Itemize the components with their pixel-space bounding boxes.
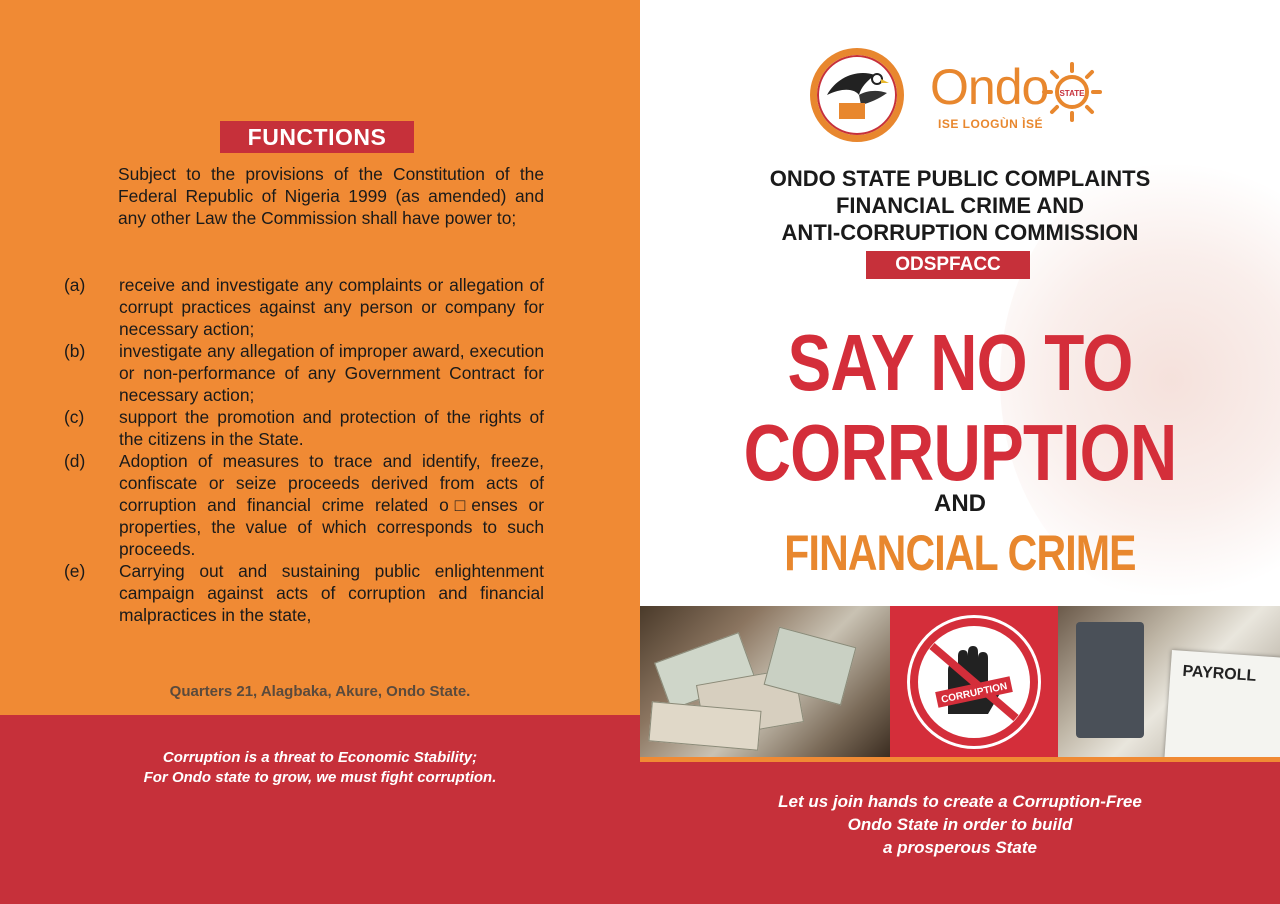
- commission-seal-logo: [810, 48, 904, 142]
- function-text: support the promotion and protection of …: [119, 407, 544, 449]
- left-panel: FUNCTIONS Subject to the provisions of t…: [0, 0, 640, 904]
- functions-heading: FUNCTIONS: [220, 121, 414, 153]
- right-panel: Ondo STATE ISE LOOGÙN ÌSÉ ONDO STATE PUB…: [640, 0, 1280, 904]
- commission-title: ONDO STATE PUBLIC COMPLAINTS FINANCIAL C…: [640, 165, 1280, 246]
- function-item-c: (c) support the promotion and protection…: [64, 406, 544, 450]
- function-letter: (b): [64, 341, 86, 361]
- acronym-badge: ODSPFACC: [866, 251, 1030, 279]
- photo-strip: CORRUPTION PAYROLL: [640, 606, 1280, 758]
- financial-crime-headline: FINANCIAL CRIME: [784, 525, 1136, 581]
- function-text: Adoption of measures to trace and identi…: [119, 451, 544, 559]
- right-quote-line: Let us join hands to create a Corruption…: [778, 792, 1142, 811]
- function-text: Carrying out and sustaining public enlig…: [119, 561, 544, 625]
- and-word: AND: [934, 490, 986, 517]
- left-quote-line: Corruption is a threat to Economic Stabi…: [162, 749, 478, 766]
- function-letter: (d): [64, 451, 86, 471]
- sun-icon: STATE: [1042, 62, 1102, 122]
- eagle-icon: [827, 73, 889, 119]
- functions-intro: Subject to the provisions of the Constit…: [118, 164, 544, 228]
- left-red-footer: [0, 715, 640, 904]
- money-photo: [640, 606, 890, 758]
- function-text: receive and investigate any complaints o…: [119, 275, 544, 339]
- ondo-motto: ISE LOOGÙN ÌSÉ: [938, 117, 1044, 131]
- payroll-sheet: PAYROLL: [1164, 649, 1280, 758]
- ondo-state-label: STATE: [1059, 89, 1085, 98]
- title-line: FINANCIAL CRIME AND: [835, 193, 1085, 218]
- right-quote-line: Ondo State in order to build: [847, 815, 1073, 834]
- payroll-photo: PAYROLL: [1058, 606, 1280, 758]
- function-item-e: (e) Carrying out and sustaining public e…: [64, 560, 544, 626]
- headline: SAY NO TO CORRUPTION: [698, 318, 1223, 498]
- left-quote-line: For Ondo state to grow, we must fight co…: [143, 769, 497, 786]
- office-address: Quarters 21, Alagbaka, Akure, Ondo State…: [169, 683, 471, 700]
- function-letter: (c): [64, 407, 85, 427]
- function-letter: (e): [64, 561, 86, 581]
- function-text: investigate any allegation of improper a…: [119, 341, 544, 405]
- payroll-label: PAYROLL: [1181, 662, 1257, 685]
- stop-corruption-graphic: CORRUPTION: [890, 606, 1058, 758]
- title-line: ONDO STATE PUBLIC COMPLAINTS: [769, 166, 1151, 191]
- title-line: ANTI-CORRUPTION COMMISSION: [781, 220, 1139, 245]
- ondo-state-logo: Ondo STATE ISE LOOGÙN ÌSÉ: [930, 58, 1102, 138]
- hand-stop-icon: CORRUPTION: [929, 642, 1019, 722]
- function-item-d: (d) Adoption of measures to trace and id…: [64, 450, 544, 560]
- right-quote-line: a prosperous State: [883, 838, 1037, 857]
- ondo-wordmark: Ondo: [930, 59, 1049, 115]
- function-item-b: (b) investigate any allegation of improp…: [64, 340, 544, 406]
- right-quote: Let us join hands to create a Corruption…: [640, 790, 1280, 859]
- headline-line: SAY NO TO: [787, 318, 1133, 407]
- left-quote: Corruption is a threat to Economic Stabi…: [0, 748, 640, 788]
- function-letter: (a): [64, 275, 86, 295]
- function-item-a: (a) receive and investigate any complain…: [64, 274, 544, 340]
- headline-line: CORRUPTION: [743, 408, 1178, 497]
- functions-list: (a) receive and investigate any complain…: [64, 274, 544, 626]
- stop-circle: CORRUPTION: [910, 618, 1038, 746]
- calculator-icon: [1076, 622, 1144, 738]
